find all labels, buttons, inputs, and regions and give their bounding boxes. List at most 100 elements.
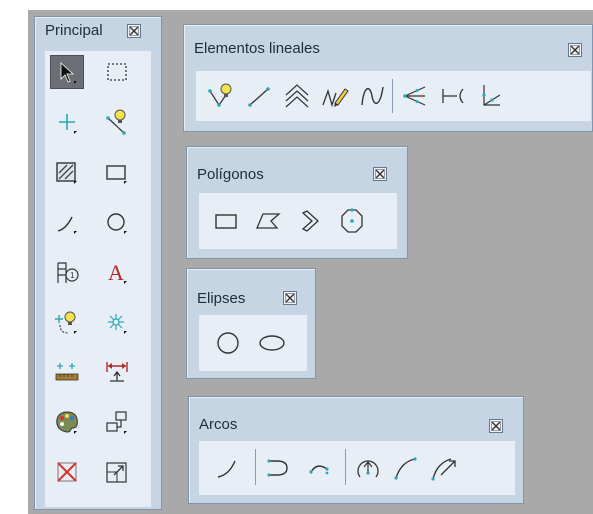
- hatch-fill-icon: [56, 162, 77, 184]
- arc-endpoints-icon: [309, 465, 329, 475]
- point-tool[interactable]: [50, 105, 84, 139]
- arc-curve-tool[interactable]: [50, 205, 84, 239]
- bulb-line-icon: [208, 83, 232, 107]
- snap-line-bulb-tool[interactable]: [100, 105, 134, 139]
- bulb-line-tool[interactable]: [204, 79, 238, 113]
- dimension-arrows-tool[interactable]: [100, 355, 134, 389]
- tool-row: [199, 441, 515, 495]
- palette-title: Principal: [45, 22, 103, 39]
- text-tool[interactable]: A: [100, 255, 134, 289]
- close-icon: [375, 169, 385, 179]
- select-rectangle-tool[interactable]: [100, 55, 134, 89]
- octagon-tool[interactable]: [335, 204, 369, 238]
- line-segment-icon: [248, 87, 270, 107]
- circle-ellipse-icon: [217, 332, 239, 354]
- arc-center-icon: [357, 460, 379, 478]
- arc-three-point-icon: [394, 457, 417, 480]
- arc-tangent-tool[interactable]: [427, 451, 461, 485]
- arc-tangent-icon: [431, 458, 456, 481]
- svg-text:A: A: [108, 260, 124, 285]
- arc-three-point-tool[interactable]: [389, 451, 423, 485]
- dimension-block-icon: 1: [57, 262, 79, 283]
- select-rectangle-icon: [107, 63, 127, 81]
- palette-title: Elipses: [197, 290, 246, 307]
- close-button[interactable]: [373, 167, 387, 181]
- measure-ruler-icon: [55, 363, 79, 381]
- rectangle-icon: [106, 165, 127, 184]
- palette-title: Elementos lineales: [194, 40, 320, 57]
- text-icon: A: [108, 260, 127, 285]
- rectangle-tool[interactable]: [100, 155, 134, 189]
- close-icon: [129, 26, 139, 36]
- arc-simple-tool[interactable]: [211, 451, 245, 485]
- insert-block-tool[interactable]: [100, 405, 134, 439]
- separator: [392, 79, 393, 113]
- parallel-lines-tool[interactable]: [280, 79, 314, 113]
- octagon-icon: [341, 208, 363, 233]
- rotated-square-tool[interactable]: [293, 204, 327, 238]
- tool-row: [196, 71, 591, 121]
- close-button[interactable]: [283, 291, 297, 305]
- svg-text:1: 1: [70, 271, 75, 280]
- paint-palette-icon: [56, 411, 78, 434]
- arc-curve-icon: [57, 216, 77, 234]
- separator: [255, 449, 256, 485]
- irregular-polygon-tool[interactable]: [251, 204, 285, 238]
- corner-line-icon: [482, 85, 501, 106]
- angle-lines-tool[interactable]: [398, 79, 432, 113]
- dimension-block-tool[interactable]: 1: [50, 255, 84, 289]
- rotated-square-icon: [301, 210, 319, 232]
- bulb-snap-tool[interactable]: [50, 305, 84, 339]
- lineales-palette: Elementos lineales: [183, 24, 593, 132]
- dimension-bracket-tool[interactable]: [436, 79, 470, 113]
- delete-cross-icon: [57, 462, 77, 482]
- dimension-arrows-icon: [106, 362, 128, 382]
- arc-bracket-icon: [267, 459, 288, 477]
- principal-palette: Principal 1 A: [34, 16, 162, 510]
- select-arrow-icon: [60, 62, 77, 84]
- corner-line-tool[interactable]: [472, 79, 506, 113]
- parallel-lines-icon: [285, 84, 309, 108]
- freehand-pen-icon: [322, 88, 349, 108]
- tool-row: [199, 193, 397, 249]
- close-icon: [285, 293, 295, 303]
- arc-bracket-tool[interactable]: [261, 451, 295, 485]
- circle-ellipse-tool[interactable]: [211, 326, 245, 360]
- star-point-tool[interactable]: [100, 305, 134, 339]
- ellipse-tool[interactable]: [255, 326, 289, 360]
- hatch-fill-tool[interactable]: [50, 155, 84, 189]
- snap-line-bulb-icon: [106, 109, 126, 135]
- rectangle-polygon-icon: [215, 214, 237, 229]
- close-icon: [491, 421, 501, 431]
- delete-cross-tool[interactable]: [50, 455, 84, 489]
- arc-endpoints-tool[interactable]: [303, 451, 337, 485]
- close-button[interactable]: [568, 43, 582, 57]
- bulb-snap-icon: [55, 311, 77, 334]
- curve-wave-tool[interactable]: [356, 79, 390, 113]
- star-point-icon: [108, 314, 127, 334]
- insert-block-icon: [106, 411, 127, 434]
- elipses-palette: Elipses: [186, 268, 316, 379]
- close-icon: [570, 45, 580, 55]
- arc-center-tool[interactable]: [351, 451, 385, 485]
- select-arrow-tool[interactable]: [50, 55, 84, 89]
- paint-palette-tool[interactable]: [50, 405, 84, 439]
- close-button[interactable]: [489, 419, 503, 433]
- line-segment-tool[interactable]: [242, 79, 276, 113]
- circle-tool[interactable]: [100, 205, 134, 239]
- ellipse-icon: [259, 335, 285, 351]
- scale-tool[interactable]: [100, 455, 134, 489]
- tool-row: [199, 315, 307, 371]
- poligonos-palette: Polígonos: [186, 146, 408, 259]
- circle-icon: [107, 213, 127, 234]
- freehand-pen-tool[interactable]: [318, 79, 352, 113]
- tool-grid: 1 A: [45, 51, 151, 507]
- close-button[interactable]: [127, 24, 141, 38]
- measure-ruler-tool[interactable]: [50, 355, 84, 389]
- curve-wave-icon: [361, 86, 384, 106]
- point-icon: [59, 114, 77, 134]
- palette-title: Polígonos: [197, 166, 264, 183]
- rectangle-polygon-tool[interactable]: [209, 204, 243, 238]
- dimension-bracket-icon: [442, 88, 464, 104]
- arcos-palette: Arcos: [188, 396, 524, 504]
